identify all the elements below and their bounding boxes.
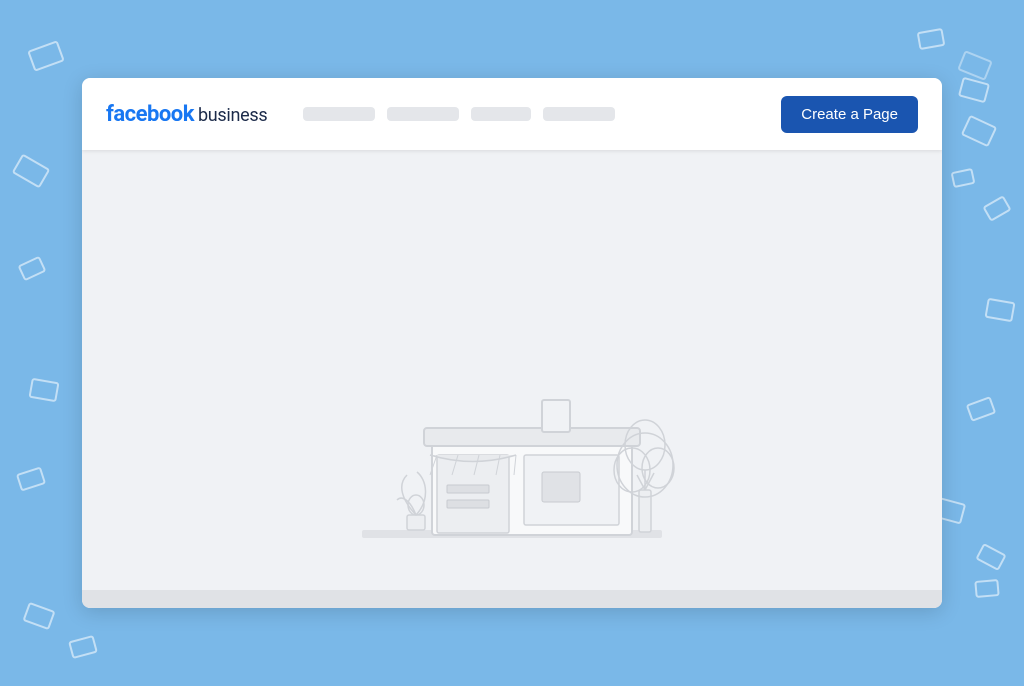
nav-pills [303, 107, 615, 121]
bottom-strip [82, 590, 942, 608]
main-card: facebook business Create a Page [82, 78, 942, 608]
nav-pill-1 [303, 107, 375, 121]
logo-facebook-text: facebook [106, 102, 194, 127]
navbar: facebook business Create a Page [82, 78, 942, 150]
store-illustration [342, 290, 682, 590]
nav-pill-3 [471, 107, 531, 121]
create-page-button[interactable]: Create a Page [781, 96, 918, 133]
logo: facebook business [106, 102, 267, 127]
logo-business-text: business [198, 105, 267, 126]
nav-pill-4 [543, 107, 615, 121]
nav-pill-2 [387, 107, 459, 121]
content-area [82, 150, 942, 590]
navbar-left: facebook business [106, 102, 615, 127]
